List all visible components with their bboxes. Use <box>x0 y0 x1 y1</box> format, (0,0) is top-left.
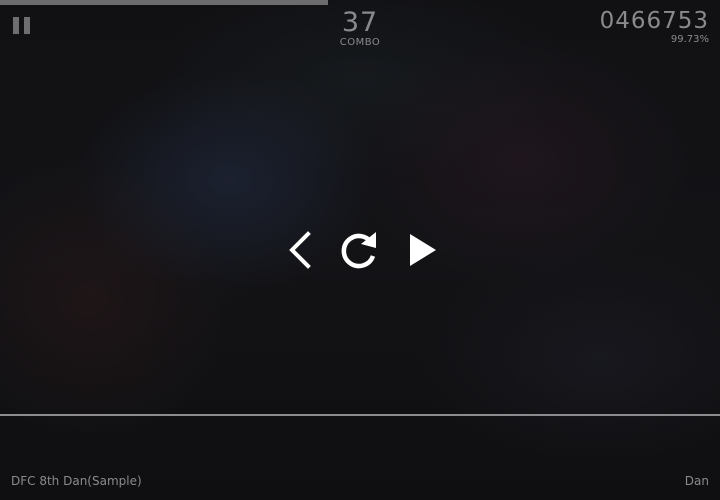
song-progress-fill <box>0 0 328 5</box>
score-value: 0466753 <box>599 8 709 34</box>
play-icon <box>410 234 436 266</box>
back-button[interactable] <box>282 226 330 274</box>
resume-button[interactable] <box>400 226 448 274</box>
game-screen: 37 COMBO 0466753 99.73% DFC 8th Dan(Samp… <box>0 0 720 500</box>
combo-value: 37 <box>341 7 379 38</box>
retry-icon <box>341 232 376 269</box>
pause-icon[interactable] <box>13 17 31 34</box>
retry-button[interactable] <box>336 226 384 274</box>
pause-icon-bar-right <box>24 17 30 34</box>
pause-menu-controls <box>282 226 442 276</box>
pause-icon-bar-left <box>13 17 19 34</box>
difficulty-label: Dan <box>684 474 709 488</box>
accuracy-value: 99.73% <box>670 34 709 45</box>
chevron-left-icon <box>289 231 311 269</box>
song-progress-bar <box>0 0 720 5</box>
combo-label: COMBO <box>339 37 381 48</box>
song-title: DFC 8th Dan(Sample) <box>11 474 142 488</box>
judgment-line <box>0 414 720 416</box>
score-display: 0466753 99.73% <box>600 8 709 46</box>
combo-counter: 37 COMBO <box>320 8 400 48</box>
